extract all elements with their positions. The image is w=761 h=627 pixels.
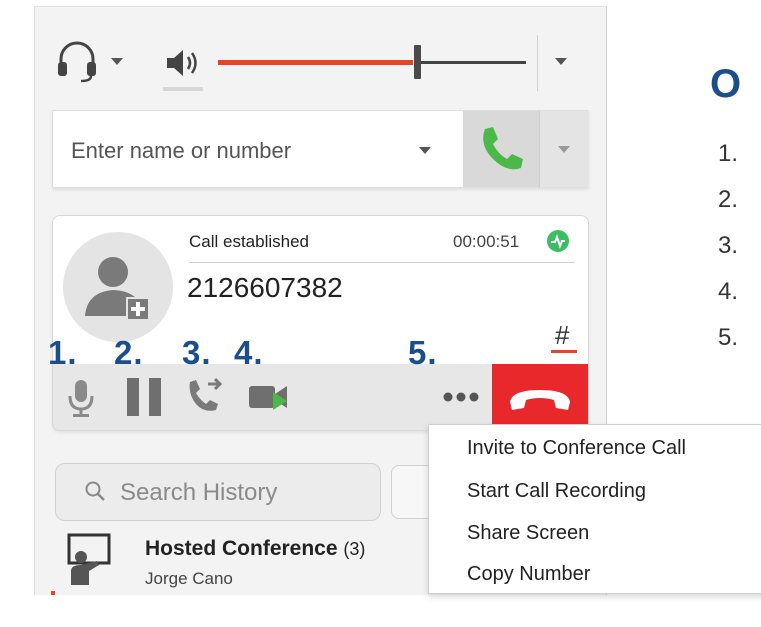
volume-slider-thumb[interactable] [414, 45, 421, 79]
history-item-title-text: Hosted Conference [145, 537, 338, 560]
headset-dropdown-icon[interactable] [111, 58, 123, 65]
headset-icon[interactable] [55, 37, 99, 83]
doc-list-item-1: 1. [718, 140, 739, 167]
speaker-selected-indicator [163, 87, 203, 91]
annotation-label-3: 3. [182, 334, 212, 371]
phone-icon [483, 127, 523, 170]
search-icon [85, 481, 105, 501]
mute-microphone-icon[interactable] [67, 378, 95, 418]
hold-pause-icon[interactable] [125, 376, 165, 418]
menu-item-invite-conference[interactable]: Invite to Conference Call [467, 437, 686, 460]
history-search-box [55, 463, 381, 521]
menu-item-start-recording[interactable]: Start Call Recording [467, 480, 646, 503]
doc-list-item-3: 3. [718, 232, 739, 259]
call-header-divider [189, 262, 575, 263]
history-unread-marker [51, 591, 55, 595]
volume-slider[interactable] [218, 45, 526, 79]
transfer-call-icon[interactable] [186, 376, 226, 416]
add-contact-icon [85, 257, 150, 321]
dial-box [52, 110, 589, 188]
more-options-icon[interactable] [443, 392, 479, 402]
doc-list-item-2: 2. [718, 186, 739, 213]
history-item-title[interactable]: Hosted Conference (3) [145, 537, 365, 561]
speaker-volume-icon[interactable] [163, 47, 203, 79]
toolbar-divider [537, 35, 538, 91]
doc-list-item-4: 4. [718, 278, 739, 305]
audio-toolbar [35, 7, 606, 107]
contact-avatar[interactable] [63, 232, 173, 342]
call-quality-icon [547, 230, 569, 252]
history-search-input[interactable] [118, 476, 362, 510]
call-status: Call established [189, 232, 310, 251]
doc-heading: O [710, 62, 742, 106]
hangup-button[interactable] [492, 364, 588, 430]
active-call-card: Call established 00:00:51 2126607382 # [52, 215, 589, 431]
video-camera-icon[interactable] [247, 380, 291, 414]
doc-list-item-5: 5. [718, 324, 739, 351]
dial-input[interactable] [69, 135, 393, 167]
dtmf-underline [551, 350, 577, 353]
call-options-button[interactable] [539, 111, 589, 187]
call-controls-bar [53, 364, 588, 430]
menu-item-copy-number[interactable]: Copy Number [467, 563, 590, 586]
hangup-phone-icon [510, 390, 570, 410]
audio-options-dropdown-icon[interactable] [555, 58, 567, 65]
call-timer: 00:00:51 [453, 232, 520, 251]
annotation-label-1: 1. [48, 334, 78, 371]
history-item-count: (3) [343, 539, 366, 559]
call-button[interactable] [463, 111, 539, 187]
dial-dropdown-icon[interactable] [419, 147, 431, 154]
call-options-dropdown-icon [558, 146, 570, 153]
conference-presenter-icon [67, 533, 111, 585]
annotation-label-5: 5. [408, 334, 438, 371]
annotation-label-2: 2. [114, 334, 144, 371]
dtmf-keypad-button[interactable]: # [555, 320, 569, 351]
menu-item-share-screen[interactable]: Share Screen [467, 522, 589, 545]
annotation-label-4: 4. [234, 334, 264, 371]
call-number: 2126607382 [187, 272, 343, 303]
more-options-menu: Invite to Conference Call Start Call Rec… [428, 424, 761, 594]
history-item-subtitle: Jorge Cano [145, 569, 233, 588]
